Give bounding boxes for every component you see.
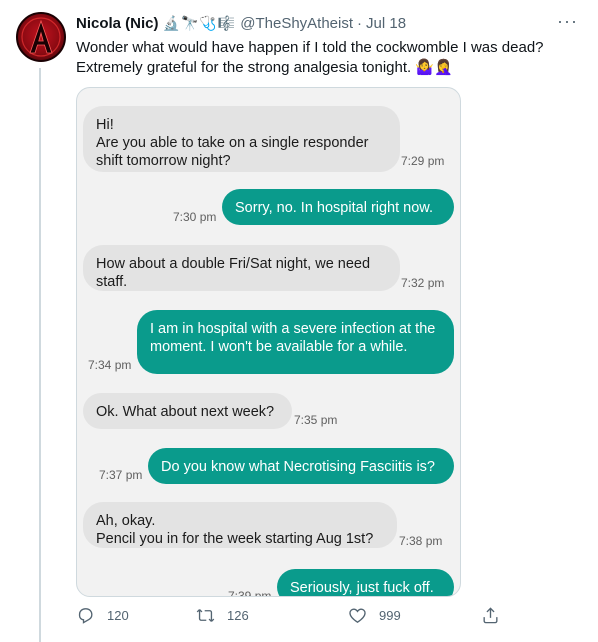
message-text: Hi! Are you able to take on a single res… bbox=[96, 117, 369, 169]
message-time: 7:35 pm bbox=[294, 413, 338, 427]
message-bubble-incoming: Ok. What about next week? bbox=[83, 393, 292, 429]
tweet-text: Wonder what would have happen if I told … bbox=[76, 38, 576, 78]
retweet-count: 126 bbox=[227, 608, 249, 623]
like-button[interactable]: 999 bbox=[348, 606, 401, 625]
message-text: How about a double Fri/Sat night, we nee… bbox=[96, 256, 371, 290]
message-text: Ok. What about next week? bbox=[96, 404, 275, 420]
retweet-icon bbox=[196, 609, 215, 622]
message-text: Seriously, just fuck off. bbox=[290, 580, 434, 596]
message-text: Do you know what Necrotising Fasciitis i… bbox=[161, 459, 435, 475]
thread-line bbox=[39, 68, 41, 642]
share-icon bbox=[483, 607, 498, 624]
share-button[interactable] bbox=[481, 606, 512, 625]
message-text: Sorry, no. In hospital right now. bbox=[235, 200, 434, 216]
message-text: I am in hospital with a severe infection… bbox=[150, 321, 436, 355]
message-time: 7:30 pm bbox=[173, 210, 217, 224]
separator: · bbox=[357, 14, 363, 32]
retweet-button[interactable]: 126 bbox=[196, 606, 249, 625]
tweet-text-line: Wonder what would have happen if I told … bbox=[76, 39, 544, 56]
avatar[interactable] bbox=[16, 12, 66, 62]
message-bubble-incoming: Hi! Are you able to take on a single res… bbox=[83, 106, 400, 172]
like-count: 999 bbox=[379, 608, 401, 623]
author-emojis: 🔬🔭🩺🎼 bbox=[162, 14, 237, 31]
message-time: 7:29 pm bbox=[401, 154, 445, 168]
tweet-date[interactable]: Jul 18 bbox=[366, 15, 406, 32]
message-bubble-incoming: Ah, okay. Pencil you in for the week sta… bbox=[83, 502, 397, 548]
message-text: Ah, okay. Pencil you in for the week sta… bbox=[96, 513, 374, 547]
message-bubble-outgoing: Sorry, no. In hospital right now. bbox=[222, 189, 454, 225]
message-time: 7:38 pm bbox=[399, 534, 443, 548]
reply-count: 120 bbox=[107, 608, 129, 623]
message-time: 7:37 pm bbox=[99, 468, 143, 482]
reply-button[interactable]: 120 bbox=[76, 606, 129, 625]
reply-icon bbox=[78, 608, 93, 624]
message-bubble-incoming: How about a double Fri/Sat night, we nee… bbox=[83, 245, 400, 291]
author-handle[interactable]: @TheShyAtheist bbox=[240, 15, 353, 32]
tweet-image[interactable]: Hi! Are you able to take on a single res… bbox=[76, 87, 461, 597]
message-bubble-outgoing: I am in hospital with a severe infection… bbox=[137, 310, 454, 374]
tweet-header: Nicola (Nic) 🔬🔭🩺🎼 @TheShyAtheist · Jul 1… bbox=[76, 12, 586, 34]
tweet-text-line: Extremely grateful for the strong analge… bbox=[76, 59, 453, 76]
more-options-button[interactable]: ··· bbox=[557, 12, 578, 30]
message-bubble-outgoing: Do you know what Necrotising Fasciitis i… bbox=[148, 448, 454, 484]
atheist-a-logo-icon bbox=[21, 17, 61, 57]
message-time: 7:34 pm bbox=[88, 358, 132, 372]
heart-icon bbox=[349, 608, 366, 624]
message-time: 7:32 pm bbox=[401, 276, 445, 290]
message-bubble-outgoing: Seriously, just fuck off. bbox=[277, 569, 454, 596]
tweet-actions: 120 126 999 bbox=[76, 606, 516, 636]
message-time: 7:39 pm bbox=[228, 589, 272, 597]
author-name[interactable]: Nicola (Nic) bbox=[76, 15, 159, 32]
